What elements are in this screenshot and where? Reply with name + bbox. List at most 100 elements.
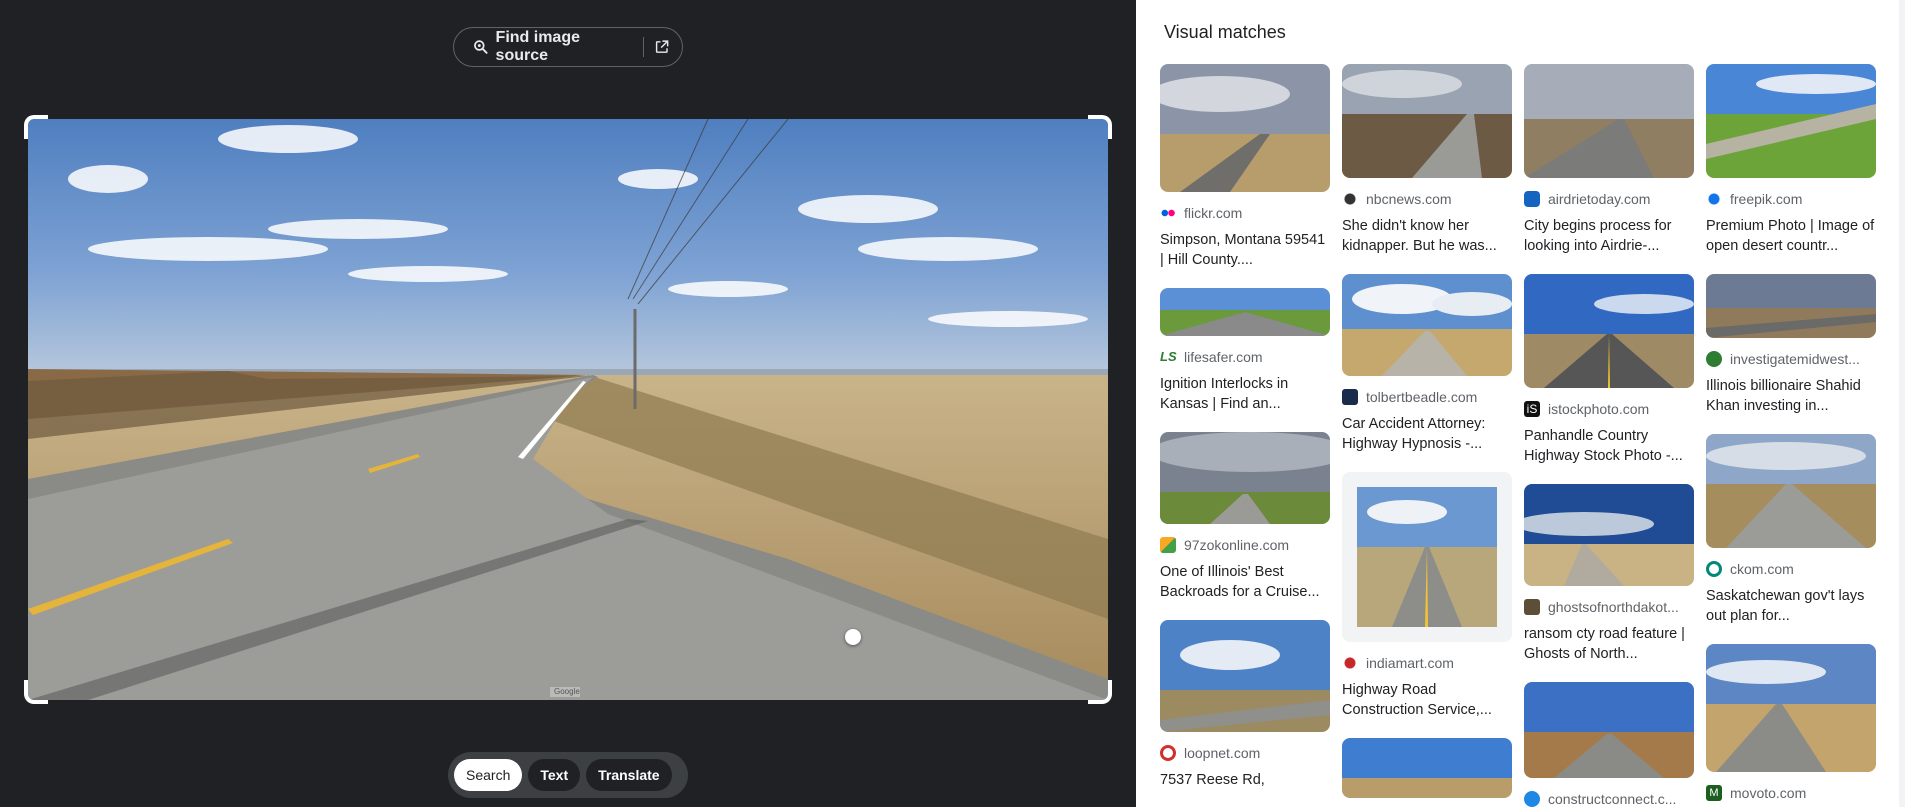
result-thumbnail	[1160, 620, 1330, 732]
result-caption: Simpson, Montana 59541 | Hill County....	[1160, 232, 1326, 268]
result-thumbnail	[1524, 64, 1694, 178]
crop-handle-top-right[interactable]	[1088, 115, 1112, 139]
find-image-source-label: Find image source	[495, 29, 580, 64]
result-thumbnail	[1160, 64, 1330, 192]
mode-text-button[interactable]: Text	[528, 759, 581, 791]
result-source: constructconnect.c...	[1548, 791, 1677, 807]
result-caption: Premium Photo | Image of open desert cou…	[1706, 218, 1875, 254]
result-source: movoto.com	[1730, 785, 1807, 801]
crop-handle-bottom-left[interactable]	[24, 680, 48, 704]
flickr-icon	[1160, 205, 1176, 221]
result-caption: 7537 Reese Rd,	[1160, 772, 1265, 788]
tolbertbeadle-icon	[1342, 389, 1358, 405]
find-image-source-button[interactable]: Find image source	[453, 27, 683, 67]
result-thumbnail	[1342, 472, 1512, 642]
result-thumbnail	[1524, 682, 1694, 778]
result-thumbnail	[1706, 644, 1876, 772]
indiamart-icon	[1342, 655, 1358, 671]
result-source: flickr.com	[1184, 205, 1243, 221]
result-card[interactable]: indiamart.com Highway Road Construction …	[1342, 472, 1514, 720]
result-source: investigatemidwest...	[1730, 351, 1860, 367]
result-caption: Saskatchewan gov't lays out plan for...	[1706, 588, 1865, 624]
results-column-4: freepik.com Premium Photo | Image of ope…	[1706, 64, 1878, 807]
result-source: lifesafer.com	[1184, 349, 1263, 365]
result-card[interactable]: investigatemidwest... Illinois billionai…	[1706, 274, 1878, 416]
result-caption: She didn't know her kidnapper. But he wa…	[1342, 218, 1497, 254]
result-caption: Ignition Interlocks in Kansas | Find an.…	[1160, 376, 1289, 412]
result-card[interactable]: ckom.com Saskatchewan gov't lays out pla…	[1706, 434, 1878, 626]
result-source: ghostsofnorthdakot...	[1548, 599, 1679, 615]
movoto-icon: M	[1706, 785, 1722, 801]
result-caption: Panhandle Country Highway Stock Photo -.…	[1524, 428, 1683, 464]
lens-icon	[474, 40, 488, 54]
open-in-new-icon	[656, 40, 669, 53]
result-source: loopnet.com	[1184, 745, 1261, 761]
ckom-icon	[1706, 561, 1722, 577]
result-card[interactable]: Mmovoto.com	[1706, 644, 1878, 802]
result-caption: Illinois billionaire Shahid Khan investi…	[1706, 378, 1861, 414]
freepik-icon	[1706, 191, 1722, 207]
divider	[643, 37, 645, 57]
result-card[interactable]: loopnet.com 7537 Reese Rd,	[1160, 620, 1332, 807]
nbcnews-icon	[1342, 191, 1358, 207]
mode-search-button[interactable]: Search	[454, 759, 523, 791]
result-card[interactable]: flickr.com Simpson, Montana 59541 | Hill…	[1160, 64, 1332, 270]
97zok-icon	[1160, 537, 1176, 553]
result-thumbnail	[1160, 432, 1330, 524]
image-viewer-pane: Find image source Google Search Text Tra…	[0, 0, 1136, 807]
results-pane: Visual matches flickr.com Simpson, Monta…	[1136, 0, 1905, 807]
lifesafer-icon: LS	[1160, 349, 1177, 364]
result-thumbnail	[1524, 484, 1694, 586]
result-caption: City begins process for looking into Air…	[1524, 218, 1672, 254]
crop-handle-bottom-right[interactable]	[1088, 680, 1112, 704]
object-marker-dot[interactable]	[845, 629, 861, 645]
ghostsofnorthdakota-icon	[1524, 599, 1540, 615]
result-thumbnail	[1706, 274, 1876, 338]
result-card[interactable]: 97zokonline.com One of Illinois' Best Ba…	[1160, 432, 1332, 602]
result-caption: ransom cty road feature | Ghosts of Nort…	[1524, 626, 1685, 662]
photo-watermark: Google	[554, 687, 580, 696]
result-source: istockphoto.com	[1548, 401, 1650, 417]
result-source: ckom.com	[1730, 561, 1794, 577]
query-image: Google	[28, 119, 1108, 700]
crop-selection[interactable]: Google	[24, 115, 1112, 704]
results-scrollbar[interactable]	[1899, 0, 1905, 807]
result-thumbnail	[1706, 64, 1876, 178]
crop-handle-top-left[interactable]	[24, 115, 48, 139]
result-card[interactable]: constructconnect.c...	[1524, 682, 1696, 807]
results-column-1: flickr.com Simpson, Montana 59541 | Hill…	[1160, 64, 1332, 807]
result-card[interactable]: ghostsofnorthdakot... ransom cty road fe…	[1524, 484, 1696, 664]
result-card[interactable]: freepik.com Premium Photo | Image of ope…	[1706, 64, 1878, 256]
result-source: tolbertbeadle.com	[1366, 389, 1478, 405]
result-card[interactable]: nbcnews.com She didn't know her kidnappe…	[1342, 64, 1514, 256]
result-source: airdrietoday.com	[1548, 191, 1651, 207]
result-thumbnail	[1160, 288, 1330, 336]
istockphoto-icon: iS	[1524, 401, 1540, 417]
results-column-3: airdrietoday.com City begins process for…	[1524, 64, 1696, 807]
result-card[interactable]: iS istockphoto.com Panhandle Country High…	[1524, 274, 1696, 466]
loopnet-icon	[1160, 745, 1176, 761]
result-source: freepik.com	[1730, 191, 1803, 207]
result-source: indiamart.com	[1366, 655, 1454, 671]
constructconnect-icon	[1524, 791, 1540, 807]
result-thumbnail	[1342, 738, 1512, 798]
mode-switcher: Search Text Translate	[448, 752, 688, 798]
result-thumbnail	[1342, 274, 1512, 376]
result-caption: One of Illinois' Best Backroads for a Cr…	[1160, 564, 1320, 600]
result-thumbnail	[1342, 64, 1512, 178]
visual-matches-title: Visual matches	[1164, 22, 1286, 42]
result-thumbnail	[1524, 274, 1694, 388]
result-card[interactable]	[1342, 738, 1514, 798]
result-caption: Car Accident Attorney: Highway Hypnosis …	[1342, 416, 1486, 452]
result-card[interactable]: tolbertbeadle.com Car Accident Attorney:…	[1342, 274, 1514, 454]
investigatemidwest-icon	[1706, 351, 1722, 367]
result-caption: Highway Road Construction Service,...	[1342, 682, 1492, 718]
result-thumbnail	[1706, 434, 1876, 548]
airdrietoday-icon	[1524, 191, 1540, 207]
result-source: 97zokonline.com	[1184, 537, 1290, 553]
result-card[interactable]: LS lifesafer.com Ignition Interlocks in K…	[1160, 288, 1332, 414]
results-column-2: nbcnews.com She didn't know her kidnappe…	[1342, 64, 1514, 807]
result-source: nbcnews.com	[1366, 191, 1452, 207]
mode-translate-button[interactable]: Translate	[586, 759, 672, 791]
result-card[interactable]: airdrietoday.com City begins process for…	[1524, 64, 1696, 256]
